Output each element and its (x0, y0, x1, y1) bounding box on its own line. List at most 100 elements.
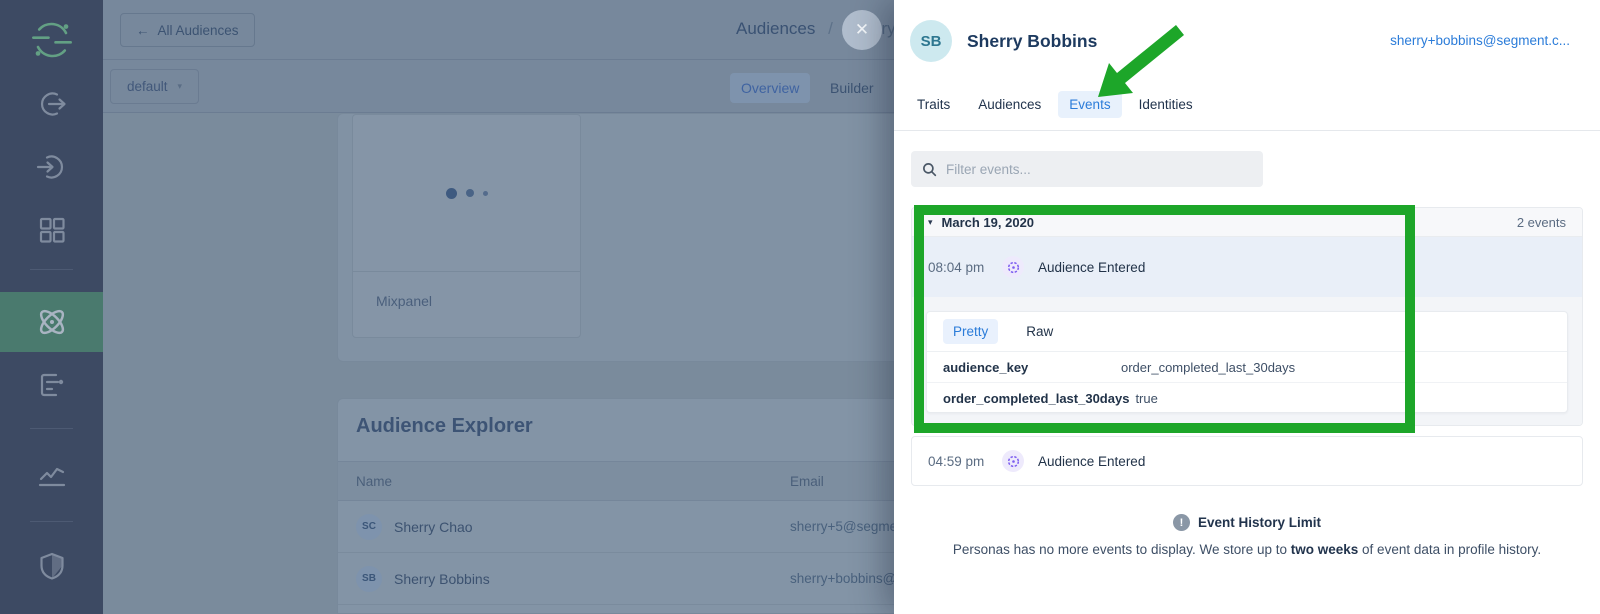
all-audiences-back-button[interactable]: ← All Audiences (120, 13, 255, 47)
table-row[interactable]: SC Sherry Chao sherry+5@segment.com (338, 501, 894, 553)
sidebar-divider (30, 428, 73, 429)
sidebar-item-personas[interactable] (0, 292, 103, 352)
property-key: order_completed_last_30days (943, 391, 1129, 406)
app-root: ← All Audiences Audiences / Sherry ✕ def… (0, 0, 1600, 614)
row-email: sherry+5@segment.com (790, 519, 894, 534)
back-button-label: All Audiences (158, 23, 239, 38)
sidebar (0, 0, 103, 614)
sidebar-item-journeys[interactable] (0, 355, 103, 415)
tab-pretty[interactable]: Pretty (943, 319, 998, 344)
event-history-limit-title: Event History Limit (1198, 515, 1321, 530)
sidebar-item-sources[interactable] (0, 74, 103, 134)
event-time: 08:04 pm (928, 260, 1002, 275)
loading-dot (483, 191, 488, 196)
tab-traits-label: Traits (917, 97, 950, 112)
audience-toolbar: default ▾ Overview Builder S (103, 60, 894, 113)
column-header-email: Email (790, 474, 824, 489)
mixpanel-destination-tile[interactable]: Mixpanel (352, 114, 581, 338)
tab-identities-label: Identities (1139, 97, 1193, 112)
search-input[interactable] (946, 162, 1252, 177)
destination-loading-area (353, 115, 580, 272)
profile-header: SB Sherry Bobbins sherry+bobbins@segment… (894, 0, 1600, 131)
breadcrumb-separator: / (828, 19, 833, 38)
avatar: SB (910, 20, 952, 62)
alert-icon: ! (1173, 514, 1190, 531)
row-name: Sherry Bobbins (394, 571, 790, 587)
search-icon (922, 162, 937, 177)
filter-events-search (911, 151, 1263, 187)
protocols-shield-icon (36, 550, 68, 582)
environment-dropdown[interactable]: default ▾ (110, 69, 199, 104)
tab-overview[interactable]: Overview (730, 73, 810, 103)
loading-dot (466, 189, 474, 197)
segment-logo-icon (31, 19, 73, 61)
event-name: Audience Entered (1038, 454, 1145, 469)
property-row: order_completed_last_30days true (927, 383, 1567, 414)
personas-atom-icon (34, 304, 70, 340)
avatar: SB (356, 566, 382, 592)
catalog-grid-icon (36, 214, 68, 246)
event-group-count: 2 events (1517, 215, 1566, 230)
event-group-header[interactable]: ▾ March 19, 2020 2 events (912, 208, 1582, 237)
sidebar-divider (30, 269, 73, 270)
row-name: Sherry Chao (394, 519, 790, 535)
event-detail-section: Pretty Raw audience_key order_completed_… (912, 297, 1582, 426)
tab-traits[interactable]: Traits (906, 91, 961, 118)
main-content: ← All Audiences Audiences / Sherry ✕ def… (103, 0, 894, 614)
sidebar-item-protocols[interactable] (0, 536, 103, 596)
limit-message-prefix: Personas has no more events to display. … (953, 542, 1291, 557)
event-name: Audience Entered (1038, 260, 1145, 275)
event-history-limit: ! Event History Limit (894, 514, 1600, 531)
sidebar-item-catalog[interactable] (0, 200, 103, 260)
destinations-icon (36, 151, 68, 183)
table-row[interactable]: SB Sherry Bobbins sherry+bobbins@segment… (338, 553, 894, 605)
profile-tabs: Traits Audiences Events Identities (906, 91, 1204, 118)
tab-audiences[interactable]: Audiences (967, 91, 1052, 118)
sources-icon (36, 88, 68, 120)
audience-target-icon (1002, 256, 1024, 278)
tab-events-label: Events (1069, 97, 1110, 112)
property-value: true (1135, 391, 1157, 406)
close-icon: ✕ (855, 20, 869, 40)
row-email: sherry+bobbins@segment.com (790, 571, 894, 586)
column-header-name: Name (338, 474, 790, 489)
audience-target-icon (1002, 450, 1024, 472)
tab-overview-label: Overview (741, 80, 799, 96)
tab-audiences-label: Audiences (978, 97, 1041, 112)
tab-builder[interactable]: Builder (819, 73, 885, 103)
detail-view-tabs: Pretty Raw (927, 312, 1567, 352)
tab-identities[interactable]: Identities (1128, 91, 1204, 118)
tab-events[interactable]: Events (1058, 91, 1121, 118)
event-row-0459pm[interactable]: 04:59 pm Audience Entered (911, 436, 1583, 486)
top-bar: ← All Audiences Audiences / Sherry ✕ (103, 0, 894, 60)
close-panel-button[interactable]: ✕ (842, 10, 882, 50)
event-detail-card: Pretty Raw audience_key order_completed_… (926, 311, 1568, 413)
profile-email-link[interactable]: sherry+bobbins@segment.c... (1390, 33, 1570, 48)
profile-panel: SB Sherry Bobbins sherry+bobbins@segment… (894, 0, 1600, 614)
audience-explorer-card: Audience Explorer Name Email SC Sherry C… (337, 398, 894, 614)
event-group-date: March 19, 2020 (942, 215, 1517, 230)
event-history-limit-message: Personas has no more events to display. … (894, 542, 1600, 557)
event-time: 04:59 pm (928, 454, 1002, 469)
sidebar-item-destinations[interactable] (0, 137, 103, 197)
profile-name: Sherry Bobbins (967, 31, 1097, 52)
segment-logo[interactable] (0, 10, 103, 70)
chevron-down-icon: ▾ (178, 81, 183, 92)
sidebar-item-analytics[interactable] (0, 446, 103, 506)
loading-dot (446, 188, 457, 199)
explorer-table-header: Name Email (338, 461, 894, 501)
breadcrumb-section[interactable]: Audiences (736, 19, 815, 38)
property-row: audience_key order_completed_last_30days (927, 352, 1567, 383)
event-group-march-19: ▾ March 19, 2020 2 events 08:04 pm Audie… (911, 207, 1583, 426)
limit-message-suffix: of event data in profile history. (1358, 542, 1541, 557)
audience-explorer-title: Audience Explorer (356, 415, 533, 438)
event-row-0804pm[interactable]: 08:04 pm Audience Entered (912, 237, 1582, 297)
environment-label: default (127, 79, 168, 94)
collapse-caret-icon: ▾ (928, 217, 933, 228)
destination-tile-label: Mixpanel (376, 293, 432, 309)
property-key: audience_key (943, 360, 1115, 375)
tab-raw[interactable]: Raw (1016, 319, 1063, 344)
tab-builder-label: Builder (830, 80, 874, 96)
property-value: order_completed_last_30days (1121, 360, 1295, 375)
avatar: SC (356, 514, 382, 540)
